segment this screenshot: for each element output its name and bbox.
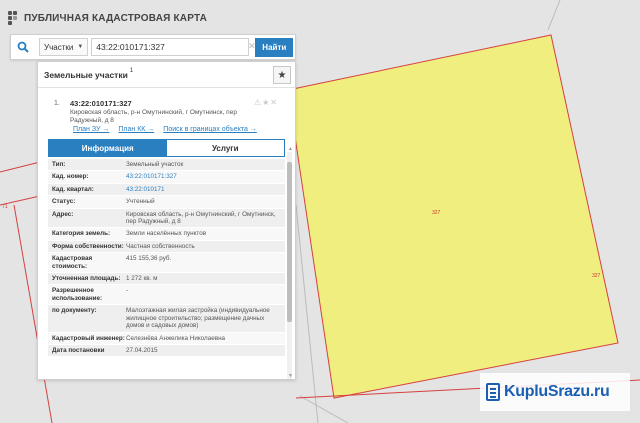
result-card: 1. 43:22:010171:327 ⚠★✕ Кировская област…: [38, 89, 288, 379]
info-row-key: Кадастровая стоимость:: [52, 255, 93, 270]
info-row-value: Земельный участок: [126, 161, 184, 168]
clear-icon[interactable]: ✕: [248, 41, 256, 52]
info-row: Кад. квартал: 43:22:010171: [48, 183, 285, 197]
parcel-label-left: 71: [2, 204, 8, 210]
search-bar: Участки ▼ ✕ Найти: [10, 34, 296, 60]
parcel-label-edge: 327: [592, 273, 601, 279]
result-tools-icons[interactable]: ⚠★✕: [254, 98, 278, 107]
info-row-key: Форма собственности:: [52, 242, 124, 250]
watermark-icon: [486, 383, 500, 401]
info-row: Статус: Учтенный: [48, 196, 285, 209]
info-row-value: Малоэтажная жилая застройка (индивидуаль…: [126, 307, 270, 330]
watermark-text: KupluSrazu.ru: [504, 383, 610, 400]
search-icon[interactable]: [11, 35, 35, 59]
result-links: План ЗУ → План КК → Поиск в границах объ…: [73, 126, 257, 133]
tab-services[interactable]: Услуги: [166, 140, 284, 156]
info-row-key: Кадастровый инженер:: [52, 334, 125, 342]
search-type-label: Участки: [44, 42, 74, 52]
info-row: Адрес: Кировская область, р-н Омутнинский…: [48, 208, 285, 229]
tab-info[interactable]: Информация: [49, 140, 167, 156]
info-row-value[interactable]: 43:22:010171:327: [126, 173, 285, 180]
scrollbar[interactable]: [287, 152, 292, 379]
chevron-down-icon: ▼: [77, 44, 84, 50]
plan-kk-link[interactable]: План КК →: [118, 126, 154, 133]
info-row-value: 415 155,36 руб.: [126, 255, 172, 263]
info-row: Категория земель: Земли населённых пункто…: [48, 228, 285, 241]
info-row-key: Статус:: [52, 198, 76, 206]
watermark: KupluSrazu.ru: [480, 373, 630, 411]
info-row-key: Уточненная площадь:: [52, 275, 121, 283]
info-row-value[interactable]: 43:22:010171: [126, 186, 285, 193]
search-in-bounds-link[interactable]: Поиск в границах объекта →: [163, 126, 257, 133]
app-title: ПУБЛИЧНАЯ КАДАСТРОВАЯ КАРТА: [24, 12, 208, 24]
info-row-value: Селезнёва Анжелика Николаевна: [126, 334, 226, 342]
info-row-value: 1 272 кв. м: [126, 275, 158, 283]
result-count: 1: [129, 67, 134, 74]
info-row-key: Дата постановки: [52, 346, 105, 354]
info-row: Кадастровый инженер: Селезнёва Анжелика Н…: [48, 332, 285, 345]
info-row: Тип: Земельный участок: [48, 159, 285, 172]
info-row-key: по документу:: [52, 307, 97, 315]
results-panel: Земельные участки 1 ★ 1. 43:22:010171:32…: [37, 61, 296, 380]
info-row: Форма собственности: Частная собственност…: [48, 240, 285, 254]
info-row-value: 27.04.2015: [126, 346, 158, 354]
info-row-value: Учтенный: [126, 198, 155, 206]
parcel-label-center: 327: [432, 210, 441, 216]
info-row-key: Кад. квартал:: [52, 185, 94, 193]
info-row-value: -: [126, 287, 129, 295]
panel-title: Земельные участки: [44, 69, 128, 80]
result-address: Кировская область, р-н Омутнинский, г Ом…: [70, 109, 237, 124]
info-row: Дата постановки 27.04.2015: [48, 344, 285, 358]
result-cad-number[interactable]: 43:22:010171:327: [70, 99, 132, 108]
result-tabs: Информация Услуги: [48, 139, 285, 157]
app-header: ПУБЛИЧНАЯ КАДАСТРОВАЯ КАРТА: [8, 10, 207, 26]
result-index: 1.: [54, 100, 60, 107]
info-row-key: Разрешенное использование:: [52, 287, 103, 302]
info-row-key: Кад. номер:: [52, 173, 89, 181]
info-row-value: Земли населённых пунктов: [126, 230, 207, 238]
scroll-thumb[interactable]: [287, 162, 292, 322]
panel-header: Земельные участки 1 ★: [38, 62, 295, 88]
info-row: Кад. номер: 43:22:010171:327: [48, 171, 285, 184]
info-row: по документу: Малоэтажная жилая застройка…: [48, 305, 285, 333]
info-row-key: Адрес:: [52, 210, 74, 218]
scroll-down-icon[interactable]: ▼: [288, 373, 293, 379]
info-table: Тип: Земельный участок Кад. номер: 43:22:01…: [48, 159, 285, 358]
search-input[interactable]: [91, 38, 250, 56]
info-row-key: Категория земель:: [52, 230, 111, 238]
plan-zu-link[interactable]: План ЗУ →: [73, 126, 109, 133]
favorite-button[interactable]: ★: [273, 66, 291, 84]
info-row-key: Тип:: [52, 161, 66, 168]
logo-icon: [8, 11, 18, 25]
find-button[interactable]: Найти: [255, 37, 294, 57]
info-row-value: Кировская область, р-н Омутнинский, г Ом…: [126, 210, 276, 226]
info-row: Кадастровая стоимость: 415 155,36 руб.: [48, 253, 285, 274]
info-row-value: Частная собственность: [126, 242, 195, 250]
search-type-select[interactable]: Участки ▼: [39, 38, 89, 56]
info-row: Уточненная площадь: 1 272 кв. м: [48, 273, 285, 286]
info-row: Разрешенное использование: -: [48, 285, 285, 306]
